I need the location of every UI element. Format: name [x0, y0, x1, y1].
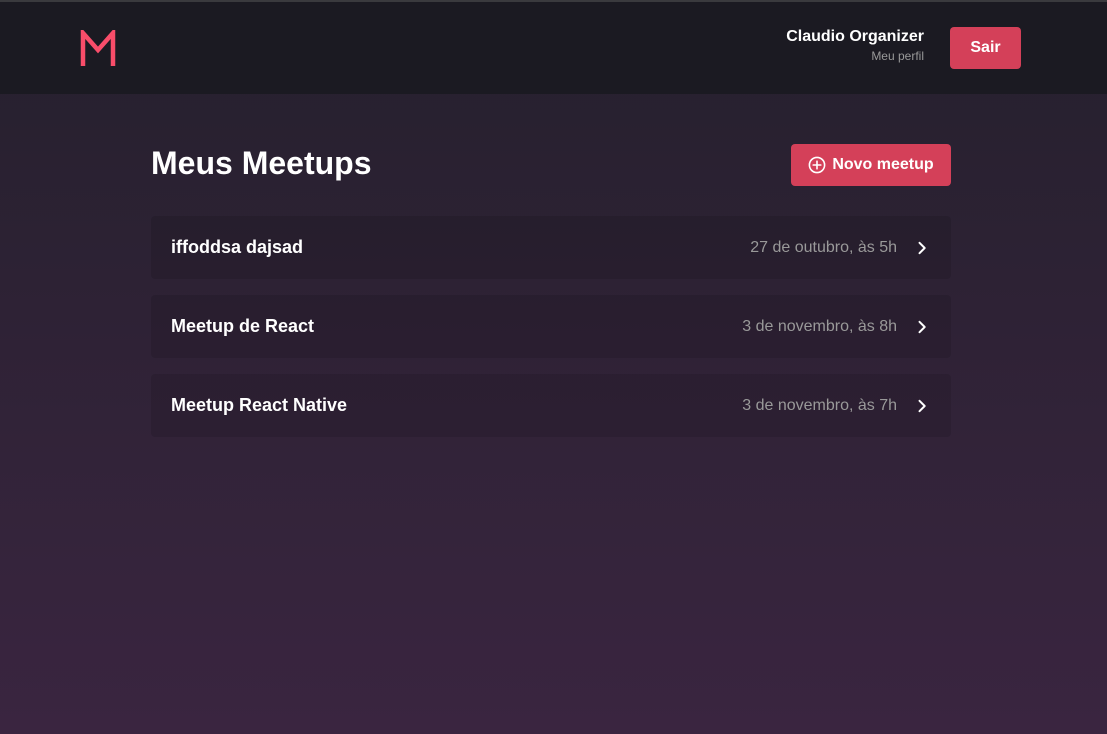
page-title: Meus Meetups [151, 145, 372, 181]
profile-name: Claudio Organizer [786, 28, 924, 45]
logout-button[interactable]: Sair [950, 27, 1021, 69]
meetup-title: Meetup React Native [171, 395, 348, 415]
meetup-row[interactable]: Meetup React Native 3 de novembro, às 7h [151, 374, 951, 437]
chevron-right-icon[interactable] [913, 318, 931, 336]
meetup-title: iffoddsa dajsad [171, 237, 304, 257]
meetup-row[interactable]: iffoddsa dajsad 27 de outubro, às 5h [151, 216, 951, 279]
my-profile-link[interactable]: Meu perfil [786, 48, 924, 64]
chevron-right-icon[interactable] [913, 397, 931, 415]
meetup-title: Meetup de React [171, 316, 315, 336]
meetup-date: 3 de novembro, às 8h [742, 317, 897, 335]
chevron-right-icon[interactable] [913, 239, 931, 257]
m-logo-icon[interactable] [80, 30, 116, 68]
plus-circle-icon [808, 156, 826, 174]
meetup-row[interactable]: Meetup de React 3 de novembro, às 8h [151, 295, 951, 358]
meetup-date: 3 de novembro, às 7h [742, 396, 897, 414]
meetup-list: iffoddsa dajsad 27 de outubro, às 5h Mee… [151, 216, 951, 453]
new-meetup-button[interactable]: Novo meetup [791, 144, 951, 186]
profile-block: Claudio Organizer Meu perfil [786, 27, 924, 64]
meetup-date: 27 de outubro, às 5h [750, 238, 897, 256]
app-header: Claudio Organizer Meu perfil Sair [0, 2, 1107, 94]
new-meetup-label: Novo meetup [832, 156, 934, 173]
